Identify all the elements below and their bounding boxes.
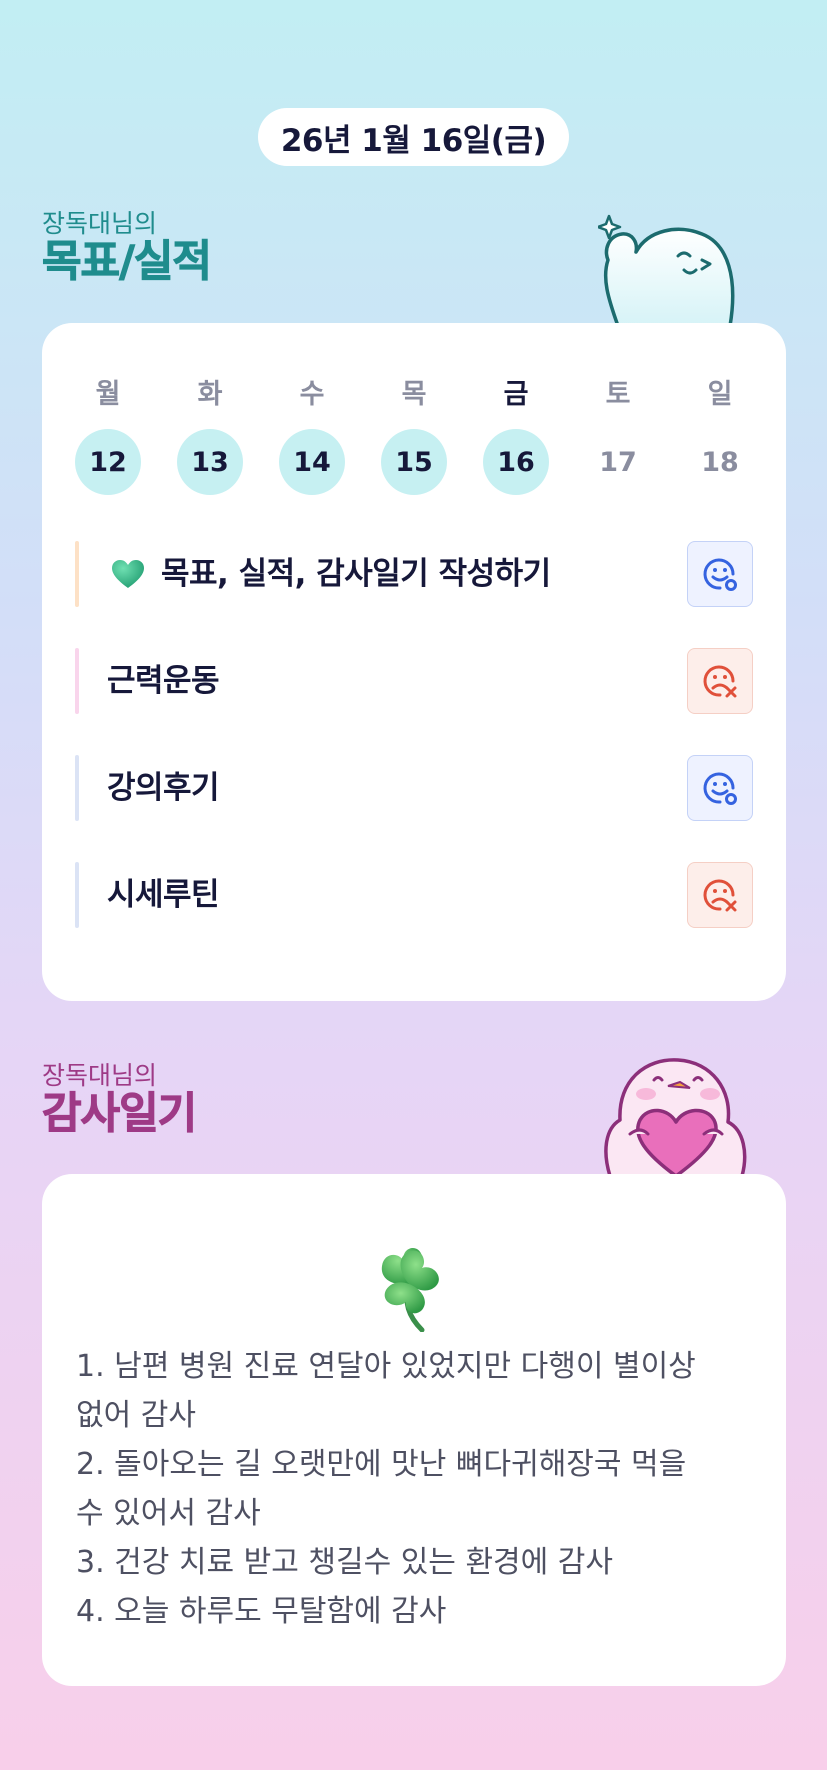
- green-heart-icon: [111, 559, 145, 589]
- date-label: 26년 1월 16일(금): [258, 108, 569, 166]
- day-column[interactable]: 화 13: [177, 377, 243, 495]
- day-column[interactable]: 일 18: [687, 377, 753, 495]
- day-number[interactable]: 18: [687, 429, 753, 495]
- diary-line: 1. 남편 병원 진료 연달아 있었지만 다행이 별이상: [76, 1349, 696, 1384]
- day-column[interactable]: 금 16: [483, 377, 549, 495]
- diary-entries: 1. 남편 병원 진료 연달아 있었지만 다행이 별이상없어 감사 2. 돌아오는…: [76, 1342, 756, 1636]
- day-number[interactable]: 16: [483, 429, 549, 495]
- diary-section-title: 장독대님의 감사일기: [41, 1061, 197, 1139]
- task-item[interactable]: 근력운동: [75, 648, 755, 714]
- goals-section-heading: 목표/실적: [42, 237, 213, 287]
- diary-line: 2. 돌아오는 길 오랫만에 맛난 뼈다귀해장국 먹을: [76, 1447, 687, 1482]
- day-column[interactable]: 수 14: [279, 377, 345, 495]
- happy-face-status-icon[interactable]: [687, 541, 753, 607]
- day-name: 월: [95, 379, 121, 410]
- goals-section-title: 장독대님의 목표/실적: [42, 209, 213, 287]
- diary-line: 수 있어서 감사: [76, 1496, 261, 1531]
- task-accent-bar: [75, 541, 79, 607]
- day-number[interactable]: 14: [279, 429, 345, 495]
- diary-line: 없어 감사: [76, 1398, 196, 1433]
- day-name: 화: [197, 379, 223, 410]
- task-item[interactable]: 목표, 실적, 감사일기 작성하기: [75, 541, 755, 607]
- day-name: 일: [707, 379, 733, 410]
- task-accent-bar: [75, 755, 79, 821]
- sad-face-status-icon[interactable]: [687, 648, 753, 714]
- task-label: 시세루틴: [107, 877, 220, 913]
- goals-card: 월 12 화 13 수 14 목 15 금 16 토 17 일 18 목표, 실적, 감사일기 작성하기근…: [42, 323, 786, 1001]
- diary-card: 1. 남편 병원 진료 연달아 있었지만 다행이 별이상없어 감사 2. 돌아오는…: [42, 1174, 786, 1686]
- day-name: 목: [401, 379, 427, 410]
- diary-line: 4. 오늘 하루도 무탈함에 감사: [76, 1594, 447, 1629]
- day-number[interactable]: 17: [585, 429, 651, 495]
- day-name: 토: [605, 379, 631, 410]
- day-number[interactable]: 15: [381, 429, 447, 495]
- day-column[interactable]: 목 15: [381, 377, 447, 495]
- task-accent-bar: [75, 648, 79, 714]
- day-number[interactable]: 13: [177, 429, 243, 495]
- sad-face-status-icon[interactable]: [687, 862, 753, 928]
- goals-section-subtitle: 장독대님의: [42, 209, 158, 238]
- task-item[interactable]: 강의후기: [75, 755, 755, 821]
- diary-line: 3. 건강 치료 받고 챙길수 있는 환경에 감사: [76, 1545, 613, 1580]
- day-column[interactable]: 월 12: [75, 377, 141, 495]
- task-label: 목표, 실적, 감사일기 작성하기: [161, 556, 551, 592]
- waving-mascot-illustration: [598, 214, 735, 326]
- diary-section-heading: 감사일기: [41, 1089, 197, 1139]
- day-name: 금: [503, 379, 529, 410]
- happy-face-status-icon[interactable]: [687, 755, 753, 821]
- task-item[interactable]: 시세루틴: [75, 862, 755, 928]
- clover-icon: [381, 1248, 439, 1332]
- task-label: 강의후기: [107, 770, 220, 806]
- day-number[interactable]: 12: [75, 429, 141, 495]
- task-label: 근력운동: [107, 663, 220, 699]
- day-name: 수: [299, 379, 325, 410]
- task-accent-bar: [75, 862, 79, 928]
- day-column[interactable]: 토 17: [585, 377, 651, 495]
- diary-section-subtitle: 장독대님의: [42, 1061, 158, 1090]
- heart-mascot-illustration: [604, 1058, 747, 1176]
